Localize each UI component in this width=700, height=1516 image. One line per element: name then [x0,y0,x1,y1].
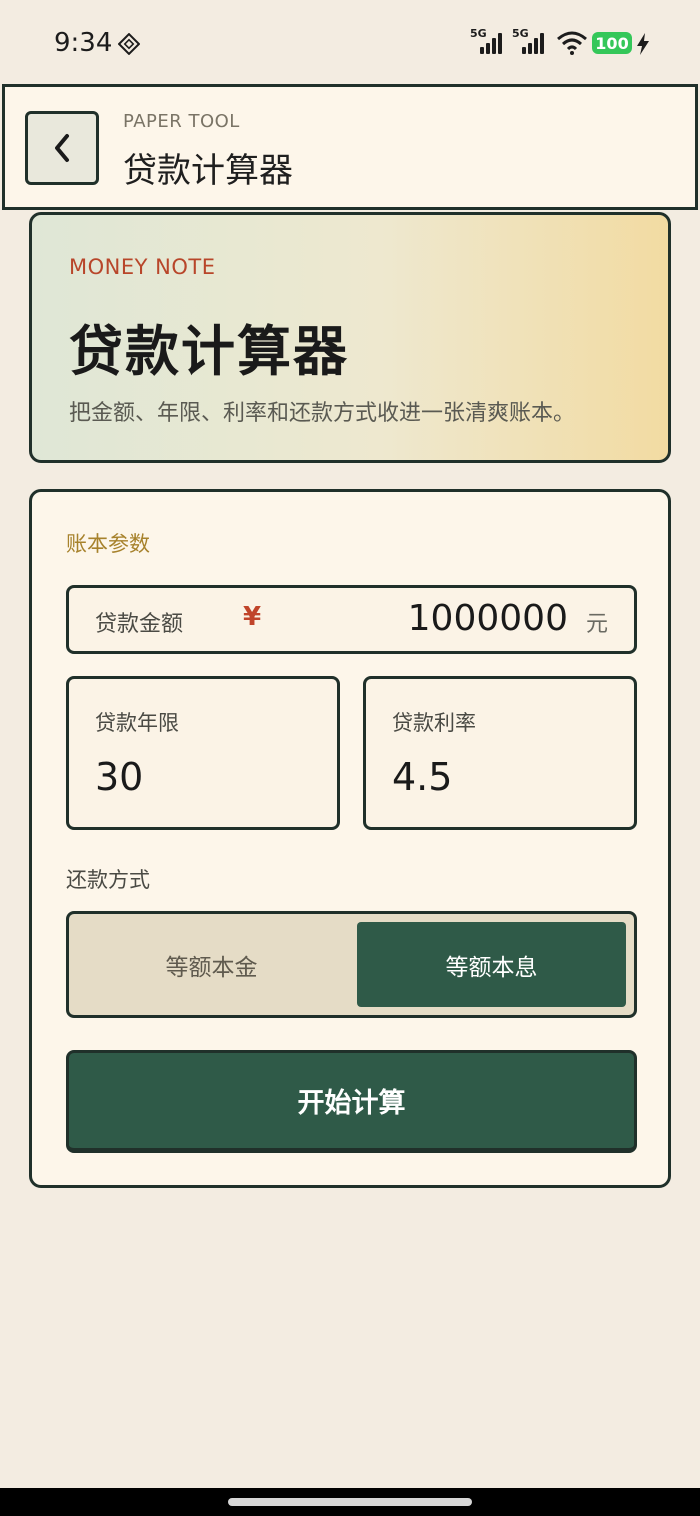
screen: 9:34 5G 5G 100 PAPER TOOL 贷款计算器 MONEY NO… [0,0,700,1516]
repayment-method-label: 还款方式 [66,868,150,892]
status-time: 9:34 [54,28,113,58]
app-header: PAPER TOOL 贷款计算器 [2,84,698,210]
loan-rate-field[interactable]: 贷款利率 4.5 [363,676,637,830]
repayment-method-toggle: 等额本金 等额本息 [66,911,637,1018]
loan-years-label: 贷款年限 [95,711,179,735]
battery-icon: 100 [592,32,632,54]
hero-card: MONEY NOTE 贷款计算器 把金额、年限、利率和还款方式收进一张清爽账本。 [29,212,671,463]
loan-amount-field[interactable]: 贷款金额 ¥ 1000000 元 [66,585,637,654]
calculate-button[interactable]: 开始计算 [66,1050,637,1153]
system-nav-bar [0,1488,700,1516]
wifi-icon [557,31,587,55]
chevron-left-icon [55,134,69,162]
loan-rate-input[interactable]: 4.5 [392,755,452,799]
home-indicator[interactable] [228,1498,472,1506]
network-type-label: 5G [512,27,529,40]
hero-description: 把金额、年限、利率和还款方式收进一张清爽账本。 [69,401,576,426]
method-option-equal-principal[interactable]: 等额本金 [77,922,346,1007]
signal-icon: 5G [512,27,544,56]
back-button[interactable] [25,111,99,185]
page-title: 贷款计算器 [123,151,293,191]
section-label: 账本参数 [66,532,150,556]
method-option-equal-installment[interactable]: 等额本息 [357,922,626,1007]
loan-years-input[interactable]: 30 [95,755,143,799]
status-bar: 9:34 5G 5G 100 [0,0,700,84]
hero-tag: MONEY NOTE [69,255,216,279]
signal-icon: 5G [470,27,502,56]
charging-bolt-icon [637,33,649,55]
loan-amount-unit: 元 [585,612,608,637]
loan-amount-input[interactable]: 1000000 [408,598,568,639]
hero-title: 贷款计算器 [69,320,349,383]
header-subtitle: PAPER TOOL [123,111,240,132]
loan-amount-label: 贷款金额 [95,612,184,637]
loan-form-card: 账本参数 贷款金额 ¥ 1000000 元 贷款年限 30 贷款利率 4.5 还… [29,489,671,1188]
loan-years-field[interactable]: 贷款年限 30 [66,676,340,830]
loan-rate-label: 贷款利率 [392,711,476,735]
yen-icon: ¥ [243,602,262,632]
network-type-label: 5G [470,27,487,40]
dnd-icon [118,33,140,55]
battery-level: 100 [595,33,629,53]
